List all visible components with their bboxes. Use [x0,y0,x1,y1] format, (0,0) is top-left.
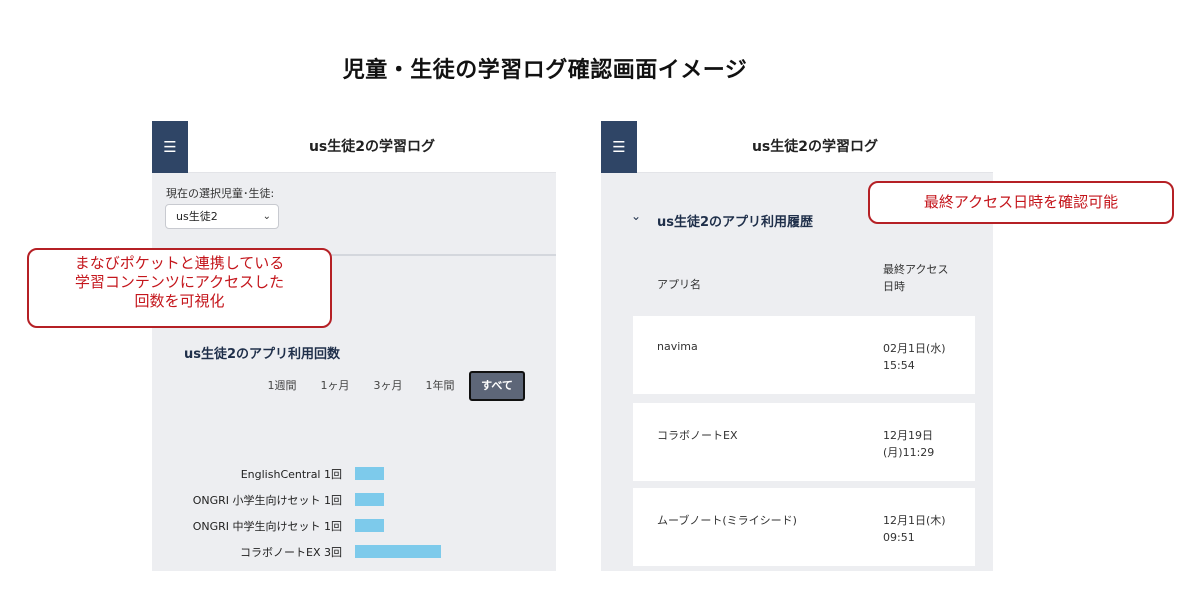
header-title: us生徒2の学習ログ [308,139,436,155]
history-row-app-name: ムーブノート(ミライシード) [657,514,797,527]
bar-category-label: ONGRI 中学生向けセット 1回 [192,520,342,533]
student-select[interactable]: us生徒2 ⌄ [165,204,279,229]
panel-header: ☰ us生徒2の学習ログ [601,121,993,173]
history-row-last-access: 02月1日(水) 15:54 [883,340,946,374]
usage-count-title: us生徒2のアプリ利用回数 [184,347,341,362]
last-access-callout: 最終アクセス日時を確認可能 [868,181,1174,224]
history-row-last-access: 12月19日 (月)11:29 [883,427,934,461]
col-header-app-name: アプリ名 [657,278,701,291]
hamburger-icon[interactable]: ☰ [601,121,637,173]
page-title: 児童・生徒の学習ログ確認画面イメージ [342,58,748,83]
period-tab-all[interactable]: すべて [469,371,525,401]
period-tab-1week[interactable]: 1週間 [262,371,302,401]
callout-line: 回数を可視化 [134,292,225,310]
history-row-date: 12月19日 [883,429,933,442]
usage-bar [355,467,384,480]
bar-category-label: ONGRI 小学生向けセット 1回 [192,494,342,507]
chevron-down-icon[interactable]: ⌄ [631,209,641,223]
history-row-app-name: コラボノートEX [657,429,738,442]
period-tab-1year[interactable]: 1年間 [420,371,460,401]
panel-header: ☰ us生徒2の学習ログ [152,121,556,173]
bar-category-label: コラボノートEX 3回 [240,546,342,559]
history-row-time: 09:51 [883,531,915,544]
student-select-value: us生徒2 [176,210,218,223]
learning-log-panel: ☰ us生徒2の学習ログ 現在の選択児童･生徒: us生徒2 ⌄ us生徒2のア… [152,121,556,571]
callout-line: 学習コンテンツにアクセスした [74,273,285,291]
chevron-down-icon: ⌄ [262,211,271,222]
usage-visualization-callout: まなびポケットと連携している 学習コンテンツにアクセスした 回数を可視化 [27,248,332,328]
history-row-last-access: 12月1日(木) 09:51 [883,512,946,546]
student-select-label: 現在の選択児童･生徒: [166,187,275,200]
hamburger-icon[interactable]: ☰ [152,121,188,173]
history-row[interactable]: navima 02月1日(水) 15:54 [633,316,975,394]
history-row-time: 15:54 [883,359,915,372]
period-tab-3month[interactable]: 3ヶ月 [368,371,408,401]
history-row-time: (月)11:29 [883,446,935,459]
usage-bar [355,545,441,558]
period-tab-1month[interactable]: 1ヶ月 [315,371,355,401]
bar-category-label: EnglishCentral 1回 [240,468,342,481]
history-row-date: 02月1日(水) [883,342,946,355]
history-row-app-name: navima [657,340,698,353]
col-header-last-access: 最終アクセス 日時 [883,261,948,295]
history-row[interactable]: ムーブノート(ミライシード) 12月1日(木) 09:51 [633,488,975,566]
history-row[interactable]: コラボノートEX 12月19日 (月)11:29 [633,403,975,481]
col-header-last-access-line2: 日時 [883,280,905,293]
history-row-date: 12月1日(木) [883,514,946,527]
header-title: us生徒2の学習ログ [751,139,879,155]
col-header-last-access-line1: 最終アクセス [883,263,949,276]
callout-line: まなびポケットと連携している [74,254,285,272]
app-history-title[interactable]: us生徒2のアプリ利用履歴 [657,211,813,230]
usage-bar [355,519,384,532]
usage-bar [355,493,384,506]
